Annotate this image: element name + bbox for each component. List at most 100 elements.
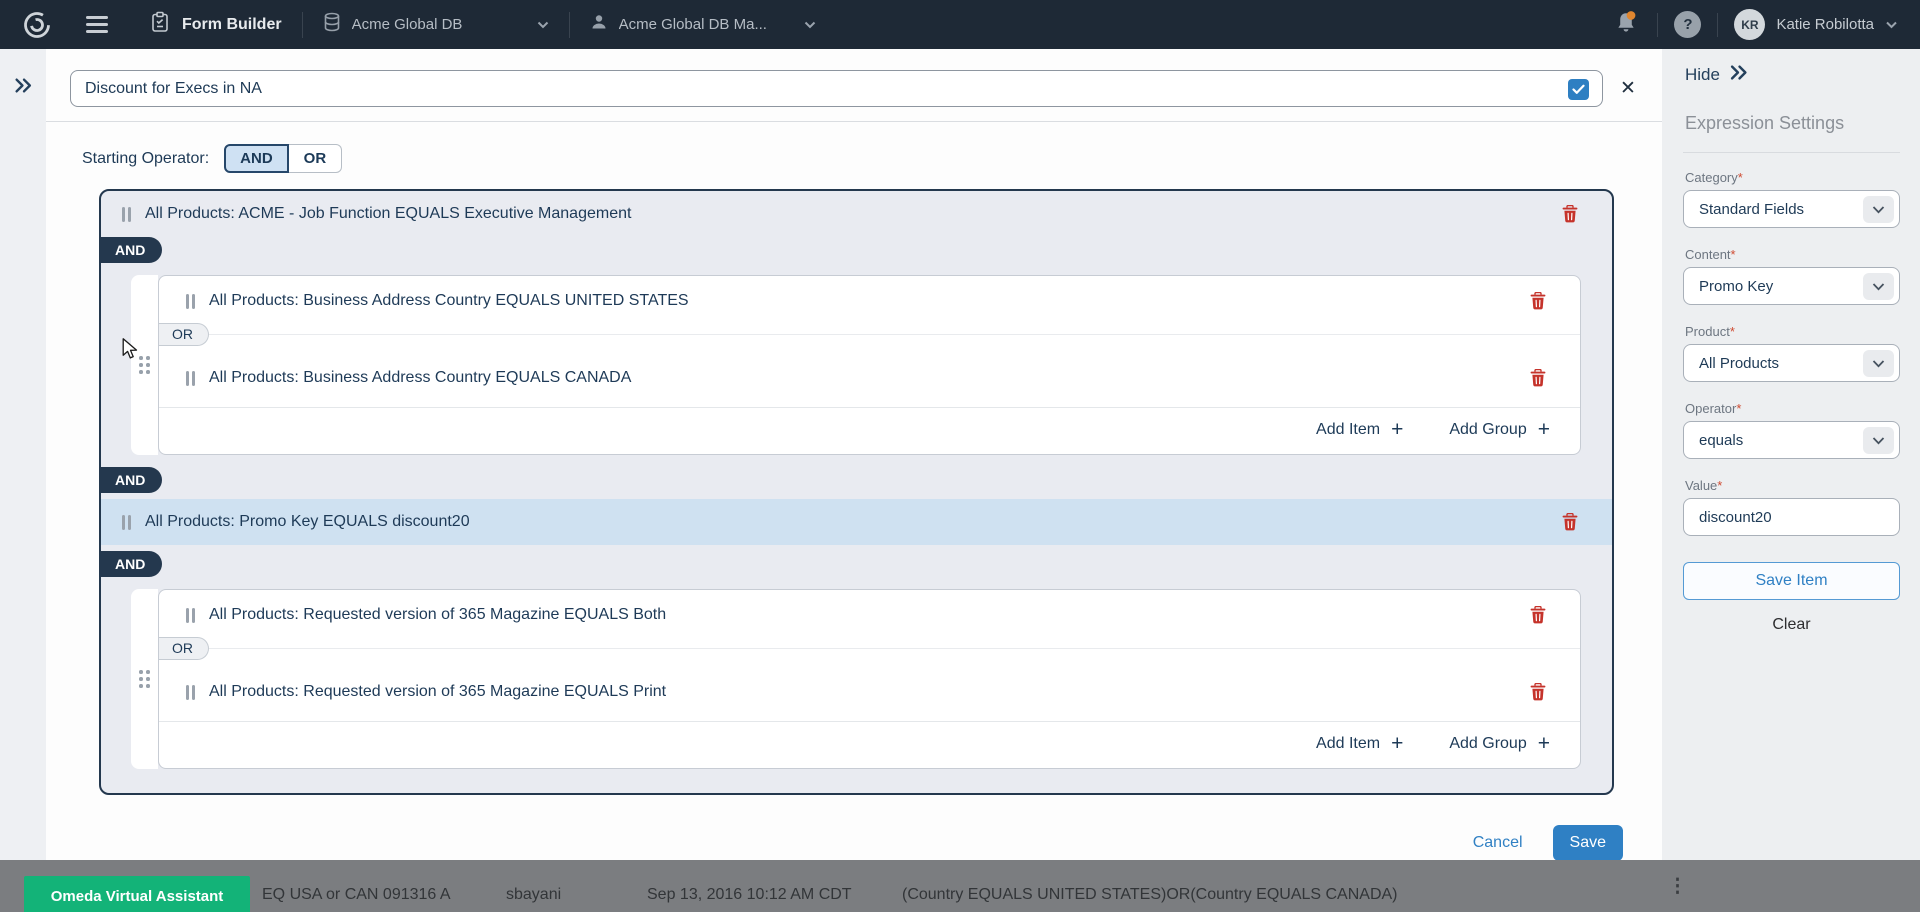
delete-row-button[interactable] xyxy=(1530,369,1546,387)
user-menu[interactable]: KR Katie Robilotta xyxy=(1734,9,1898,40)
notifications-button[interactable] xyxy=(1611,8,1641,41)
cancel-button[interactable]: Cancel xyxy=(1473,834,1523,852)
expression-row-magazine-print[interactable]: All Products: Requested version of 365 M… xyxy=(159,667,1580,707)
audience-selector-label: Acme Global DB Ma... xyxy=(619,16,793,33)
drag-handle-icon[interactable] xyxy=(186,371,195,386)
expression-row-country-canada[interactable]: All Products: Business Address Country E… xyxy=(159,353,1580,393)
product-select[interactable]: All Products xyxy=(1683,344,1900,382)
nav-divider xyxy=(569,12,570,38)
virtual-assistant-button[interactable]: Omeda Virtual Assistant xyxy=(24,876,250,912)
expression-row-country-us[interactable]: All Products: Business Address Country E… xyxy=(159,276,1580,316)
drag-dots-icon xyxy=(139,356,150,374)
kebab-menu-icon: ⋮ xyxy=(1668,875,1687,898)
drag-handle-icon[interactable] xyxy=(186,685,195,700)
add-group-button[interactable]: Add Group+ xyxy=(1449,735,1550,753)
panel-title: Expression Settings xyxy=(1685,113,1900,134)
chevron-down-icon xyxy=(1863,273,1894,300)
group-drag-handle[interactable] xyxy=(131,589,158,769)
drag-dots-icon xyxy=(139,670,150,688)
expression-row-promo-selected[interactable]: All Products: Promo Key EQUALS discount2… xyxy=(101,499,1612,545)
expression-row-magazine-both[interactable]: All Products: Requested version of 365 M… xyxy=(159,590,1580,630)
nav-divider xyxy=(1717,13,1718,37)
chevron-down-icon xyxy=(1863,350,1894,377)
content-select[interactable]: Promo Key xyxy=(1683,267,1900,305)
delete-row-button[interactable] xyxy=(1562,205,1578,223)
save-item-button[interactable]: Save Item xyxy=(1683,562,1900,600)
clear-button[interactable]: Clear xyxy=(1772,616,1810,634)
database-selector-label: Acme Global DB xyxy=(352,16,526,33)
starting-operator-toggle: AND OR xyxy=(224,144,342,173)
chevron-down-icon xyxy=(1863,427,1894,454)
or-operator-badge: OR xyxy=(159,323,209,346)
page: Form Builder Acme Global DB Acme Global … xyxy=(0,0,1920,912)
and-operator-badge: AND xyxy=(99,467,162,493)
category-select[interactable]: Standard Fields xyxy=(1683,190,1900,228)
expression-settings-panel: Hide Expression Settings Category* Stand… xyxy=(1662,49,1920,860)
hamburger-menu-icon[interactable] xyxy=(86,16,108,33)
audience-selector[interactable]: Acme Global DB Ma... xyxy=(590,13,816,36)
operator-label: Operator* xyxy=(1685,401,1900,416)
expression-row-text: All Products: Requested version of 365 M… xyxy=(209,683,1530,701)
expression-group: All Products: ACME - Job Function EQUALS… xyxy=(99,189,1614,795)
notification-dot xyxy=(1627,11,1636,20)
expression-name-input[interactable] xyxy=(71,71,1602,106)
value-input[interactable] xyxy=(1683,498,1900,536)
add-item-button[interactable]: Add Item+ xyxy=(1316,735,1403,753)
drag-handle-icon[interactable] xyxy=(186,608,195,623)
avatar: KR xyxy=(1734,9,1765,40)
starting-operator-label: Starting Operator: xyxy=(82,150,209,168)
add-item-button[interactable]: Add Item+ xyxy=(1316,421,1403,439)
value-label: Value* xyxy=(1685,478,1900,493)
double-chevron-right-icon xyxy=(1729,64,1749,86)
delete-row-button[interactable] xyxy=(1530,292,1546,310)
operator-and-button[interactable]: AND xyxy=(224,144,289,173)
name-checkbox[interactable] xyxy=(1568,79,1589,100)
plus-icon: + xyxy=(1391,736,1403,752)
expression-subgroup: All Products: Business Address Country E… xyxy=(158,275,1581,455)
expression-row-acme[interactable]: All Products: ACME - Job Function EQUALS… xyxy=(101,191,1612,233)
divider xyxy=(1683,152,1900,153)
save-button[interactable]: Save xyxy=(1553,825,1623,861)
table-cell-expression: (Country EQUALS UNITED STATES)OR(Country… xyxy=(902,886,1398,904)
category-label: Category* xyxy=(1685,170,1900,185)
expression-name-box xyxy=(70,70,1603,107)
expression-row-text: All Products: Promo Key EQUALS discount2… xyxy=(145,513,1562,531)
expression-row-text: All Products: Requested version of 365 M… xyxy=(209,606,1530,624)
nav-divider xyxy=(1657,13,1658,37)
expression-subgroup: All Products: Requested version of 365 M… xyxy=(158,589,1581,769)
chevron-down-icon xyxy=(1885,16,1898,34)
delete-row-button[interactable] xyxy=(1530,606,1546,624)
and-operator-badge: AND xyxy=(99,551,162,577)
add-group-button[interactable]: Add Group+ xyxy=(1449,421,1550,439)
expression-editor: ✕ Starting Operator: AND OR All Products… xyxy=(46,49,1662,860)
expression-row-text: All Products: Business Address Country E… xyxy=(209,369,1530,387)
operator-select[interactable]: equals xyxy=(1683,421,1900,459)
divider xyxy=(209,648,1580,649)
delete-row-button[interactable] xyxy=(1562,513,1578,531)
plus-icon: + xyxy=(1391,422,1403,438)
table-cell-user: sbayani xyxy=(506,886,561,904)
help-button[interactable]: ? xyxy=(1674,11,1701,38)
plus-icon: + xyxy=(1538,422,1550,438)
drag-handle-icon[interactable] xyxy=(122,207,131,222)
nav-app-form-builder[interactable]: Form Builder xyxy=(150,11,282,38)
expand-sidebar-button[interactable] xyxy=(14,81,33,98)
omeda-logo-icon[interactable] xyxy=(22,10,52,40)
expression-row-text: All Products: Business Address Country E… xyxy=(209,292,1530,310)
chevron-down-icon xyxy=(1863,196,1894,223)
app-title: Form Builder xyxy=(182,16,282,34)
user-name: Katie Robilotta xyxy=(1776,16,1874,33)
drag-handle-icon[interactable] xyxy=(122,515,131,530)
top-navbar: Form Builder Acme Global DB Acme Global … xyxy=(0,0,1920,49)
delete-row-button[interactable] xyxy=(1530,683,1546,701)
drag-handle-icon[interactable] xyxy=(186,294,195,309)
or-operator-badge: OR xyxy=(159,637,209,660)
close-icon[interactable]: ✕ xyxy=(1615,79,1641,98)
collapsed-sidebar xyxy=(0,49,46,860)
operator-or-button[interactable]: OR xyxy=(289,144,343,173)
group-drag-handle[interactable] xyxy=(131,275,158,455)
database-selector[interactable]: Acme Global DB xyxy=(323,12,549,37)
database-icon xyxy=(323,12,341,37)
hide-panel-button[interactable]: Hide xyxy=(1685,64,1900,86)
chevron-down-icon xyxy=(804,16,816,34)
